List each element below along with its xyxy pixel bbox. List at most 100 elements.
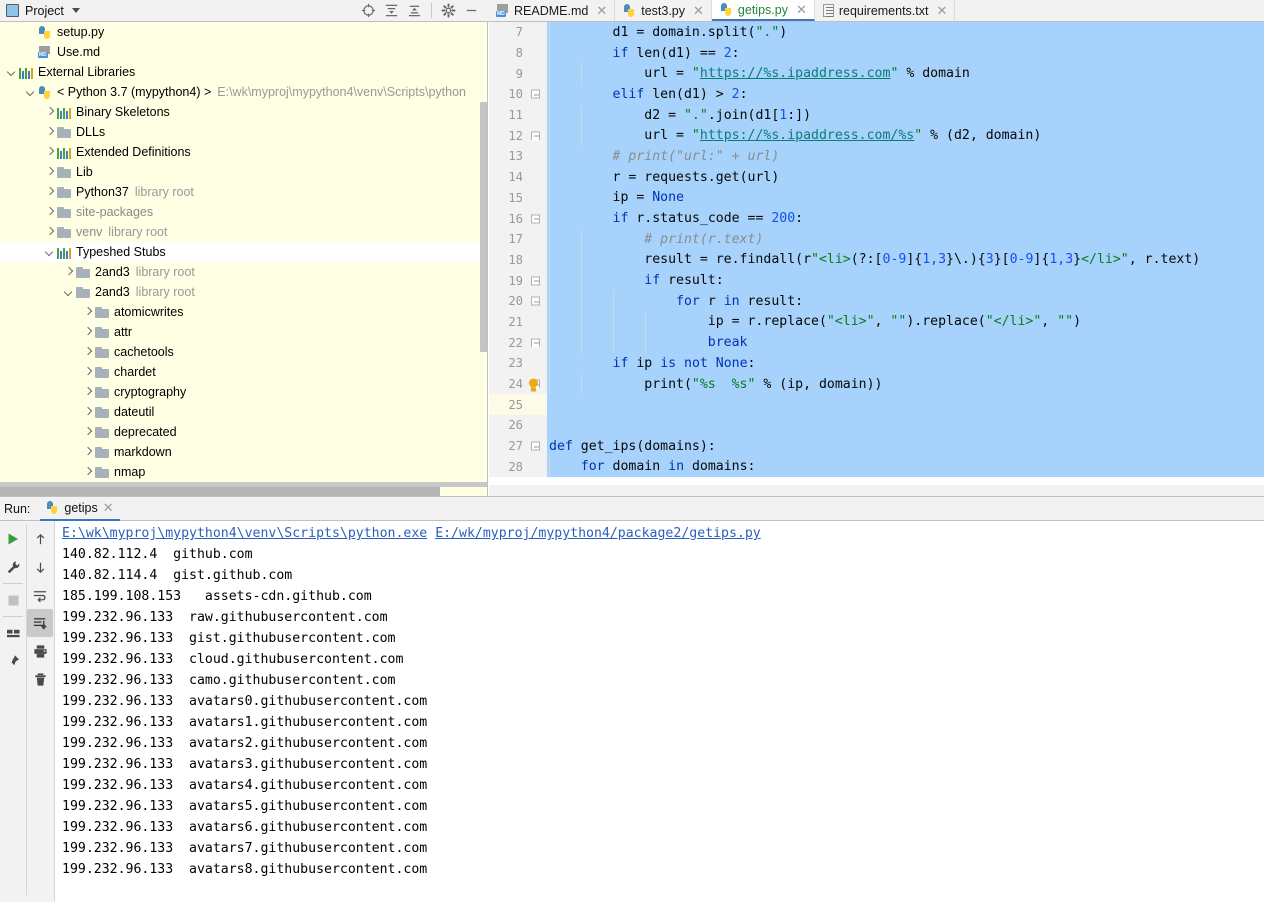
editor-gutter[interactable]: 18 [489,249,547,271]
tree-item-attr[interactable]: attr [0,322,487,342]
chevron-right-icon[interactable] [44,127,55,138]
code-fold-icon[interactable] [531,214,540,224]
editor-gutter[interactable]: 28 [489,456,547,478]
tree-horizontal-scrollbar[interactable] [0,487,487,496]
close-icon[interactable]: ✕ [796,3,807,16]
editor-line[interactable]: 25 [489,394,1264,416]
editor-line[interactable]: 16 if r.status_code == 200: [489,208,1264,229]
tree-item-dateutil[interactable]: dateutil [0,402,487,422]
editor-code-text[interactable]: ip = r.replace("<li>", "").replace("</li… [547,311,1264,333]
layout-icon[interactable] [0,619,26,647]
tree-item-binary-skeletons[interactable]: Binary Skeletons [0,102,487,122]
editor-line[interactable]: 14 r = requests.get(url) [489,166,1264,188]
editor-line[interactable]: 26 [489,415,1264,436]
chevron-right-icon[interactable] [82,427,93,438]
tree-item-atomicwrites[interactable]: atomicwrites [0,302,487,322]
editor-gutter[interactable]: 25 [489,394,547,416]
locate-icon[interactable] [358,1,379,21]
chevron-right-icon[interactable] [82,367,93,378]
chevron-right-icon[interactable] [82,407,93,418]
editor-line[interactable]: 11 d2 = ".".join(d1[1:]) [489,104,1264,126]
editor-tab-getips[interactable]: getips.py ✕ [711,0,815,21]
chevron-right-icon[interactable] [82,387,93,398]
editor-code-text[interactable]: for r in result: [547,290,1264,312]
editor-gutter[interactable]: 23 [489,353,547,374]
gutter-marker-area[interactable] [525,125,545,146]
tree-item-site-packages[interactable]: site-packages [0,202,487,222]
gutter-marker-area[interactable] [525,291,545,312]
editor-gutter[interactable]: 13 [489,146,547,167]
down-arrow-icon[interactable] [27,553,53,581]
gutter-marker-area[interactable] [525,250,545,271]
chevron-down-icon[interactable] [71,8,80,13]
code-fold-icon[interactable] [531,441,540,451]
editor-code-text[interactable]: url = "https://%s.ipaddress.com" % domai… [547,63,1264,85]
chevron-right-icon[interactable] [44,147,55,158]
close-icon[interactable]: ✕ [693,4,704,17]
editor-code-text[interactable]: if r.status_code == 200: [547,208,1264,229]
tree-item-nmap[interactable]: nmap [0,462,487,482]
gutter-marker-area[interactable] [525,22,545,43]
editor-gutter[interactable]: 20 [489,290,547,312]
scroll-to-end-icon[interactable] [27,609,53,637]
code-fold-icon[interactable] [531,338,540,348]
chevron-down-icon[interactable] [25,87,36,98]
gutter-marker-area[interactable] [525,146,545,167]
pin-icon[interactable] [0,647,26,675]
tree-item-typeshed-stubs[interactable]: Typeshed Stubs [0,242,487,262]
editor-line[interactable]: 12 url = "https://%s.ipaddress.com/%s" %… [489,125,1264,147]
chevron-down-icon[interactable] [63,287,74,298]
editor-horizontal-scrollbar[interactable] [489,485,1264,496]
run-icon[interactable] [0,525,26,553]
editor-line[interactable]: 15 ip = None [489,187,1264,209]
gutter-marker-area[interactable] [525,456,545,477]
editor-code-text[interactable]: def get_ips(domains): [547,435,1264,457]
chevron-right-icon[interactable] [44,227,55,238]
editor-code-text[interactable]: if result: [547,270,1264,291]
rerun-wrench-icon[interactable] [0,553,26,581]
editor-code-text[interactable]: r = requests.get(url) [547,166,1264,188]
chevron-down-icon[interactable] [44,247,55,258]
editor-line[interactable]: 27 def get_ips(domains): [489,435,1264,457]
code-fold-icon[interactable] [531,131,540,141]
editor-line[interactable]: 20 for r in result: [489,290,1264,312]
tree-item-lib[interactable]: Lib [0,162,487,182]
editor-gutter[interactable]: 22 [489,332,547,353]
gutter-marker-area[interactable] [525,270,545,291]
tree-item-cachetools[interactable]: cachetools [0,342,487,362]
chevron-right-icon[interactable] [44,167,55,178]
editor-line[interactable]: 17 # print(r.text) [489,228,1264,250]
editor-code-text[interactable]: d2 = ".".join(d1[1:]) [547,104,1264,126]
tree-item-python-3-7-mypython4[interactable]: < Python 3.7 (mypython4) > E:\wk\myproj\m… [0,82,487,102]
gutter-marker-area[interactable] [525,84,545,105]
stop-icon[interactable] [0,586,26,614]
editor-line[interactable]: 9 url = "https://%s.ipaddress.com" % dom… [489,63,1264,85]
close-icon[interactable]: ✕ [103,500,114,516]
editor-line[interactable]: 13 # print("url:" + url) [489,146,1264,167]
run-tab-getips[interactable]: getips ✕ [40,497,120,521]
gutter-marker-area[interactable] [525,43,545,64]
editor-line[interactable]: 7 d1 = domain.split(".") [489,22,1264,43]
chevron-right-icon[interactable] [82,307,93,318]
project-tree[interactable]: setup.py Use.md External Libraries < Python… [0,22,488,496]
code-editor[interactable]: 7 d1 = domain.split(".") 8 if len(d1) == … [489,22,1264,485]
editor-code-text[interactable]: # print(r.text) [547,228,1264,250]
code-fold-icon[interactable] [531,89,540,99]
up-arrow-icon[interactable] [27,525,53,553]
console-script-link[interactable]: E:/wk/myproj/mypython4/package2/getips.p… [435,526,761,541]
collapse-all-icon[interactable] [404,1,425,21]
soft-wrap-icon[interactable] [27,581,53,609]
code-fold-icon[interactable] [531,276,540,286]
editor-code-text[interactable]: elif len(d1) > 2: [547,84,1264,105]
tree-item-deprecated[interactable]: deprecated [0,422,487,442]
editor-gutter[interactable]: 12 [489,125,547,147]
chevron-right-icon[interactable] [44,207,55,218]
close-icon[interactable]: ✕ [936,4,947,17]
gutter-marker-area[interactable] [525,188,545,209]
editor-code-text[interactable] [547,394,1264,416]
gutter-marker-area[interactable] [525,105,545,126]
editor-line[interactable]: 24 print("%s %s" % (ip, domain)) [489,373,1264,395]
tree-item-2and3[interactable]: 2and3 library root [0,282,487,302]
editor-gutter[interactable]: 15 [489,187,547,209]
console-interpreter-link[interactable]: E:\wk\myproj\mypython4\venv\Scripts\pyth… [62,526,427,541]
